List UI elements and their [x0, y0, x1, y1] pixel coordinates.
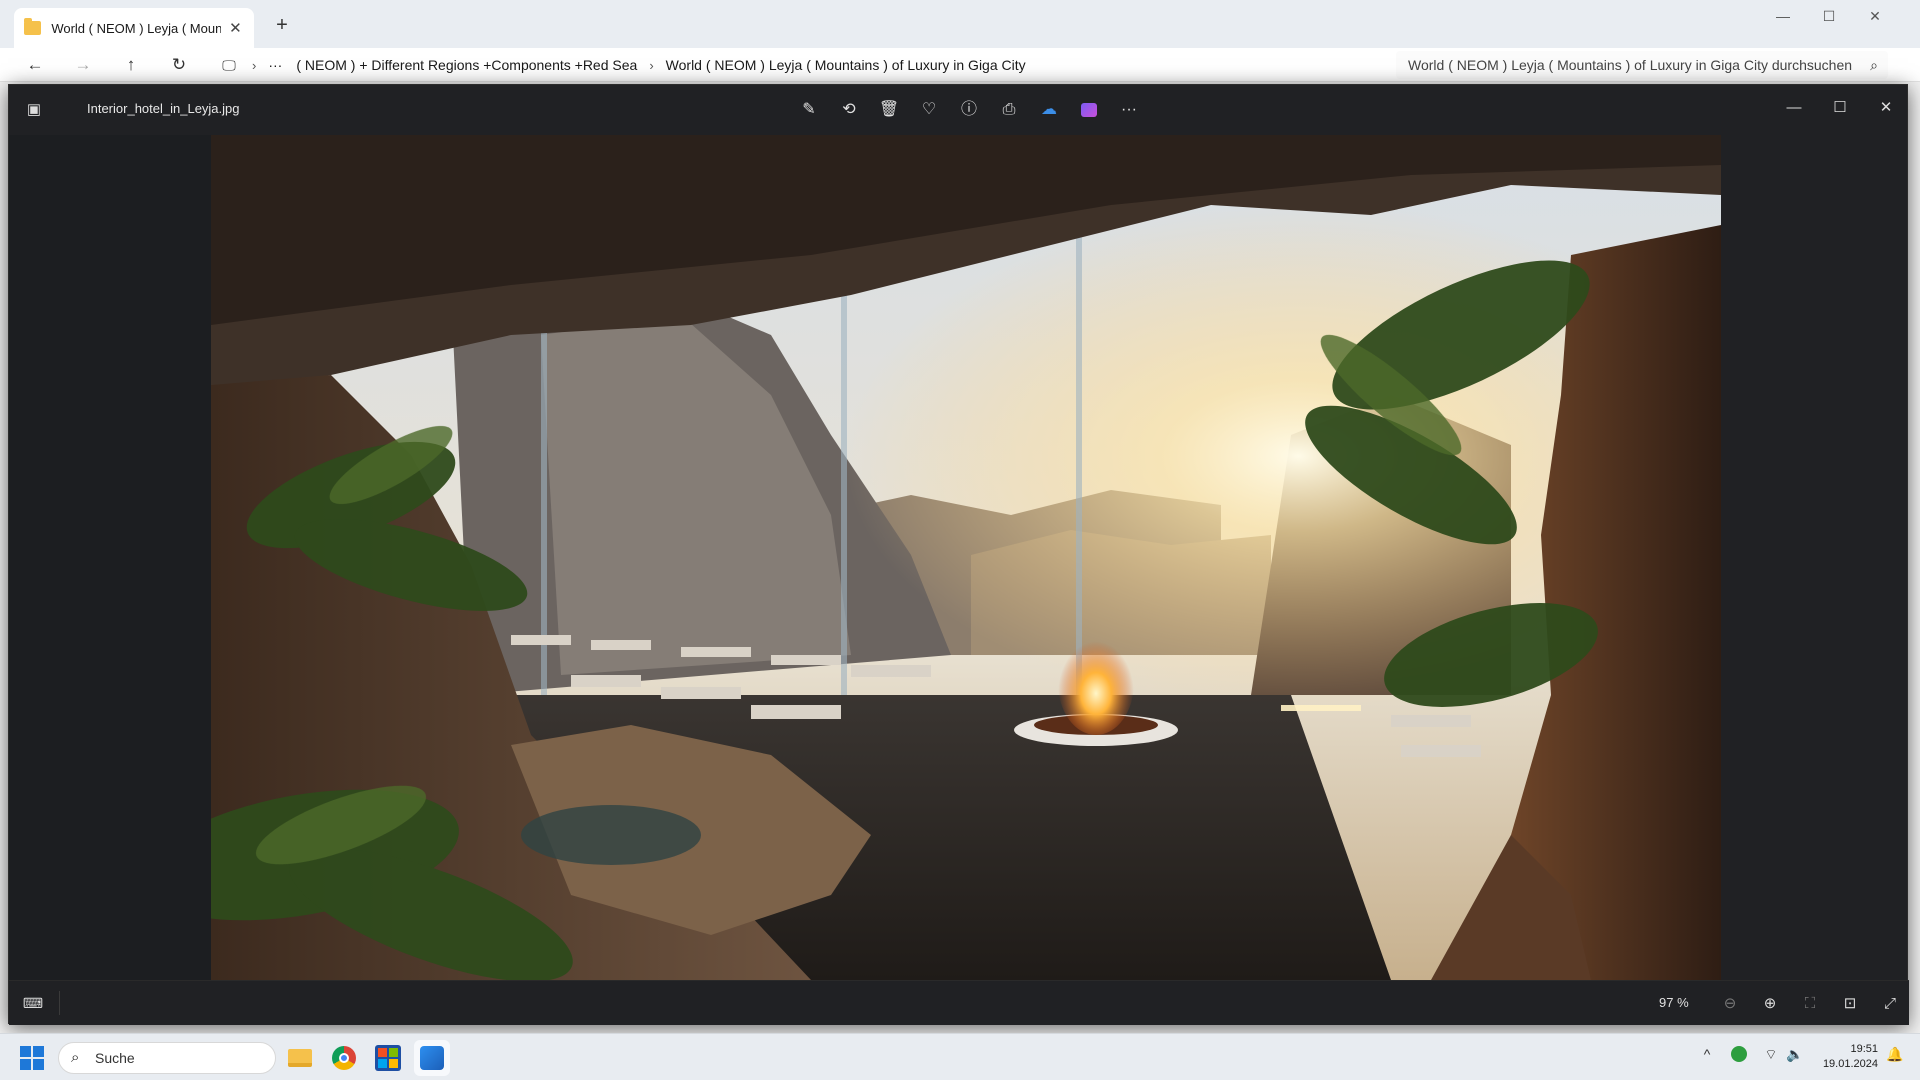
photo-canvas[interactable]	[211, 135, 1721, 980]
fullscreen-icon[interactable]: ⤢	[1875, 991, 1905, 1017]
windows-start-icon[interactable]	[20, 1046, 44, 1070]
chrome-icon[interactable]	[326, 1040, 362, 1076]
more-path-icon[interactable]: ···	[268, 57, 282, 73]
zoom-out-icon[interactable]: ⊖	[1715, 991, 1745, 1017]
print-icon[interactable]: ⎙	[989, 95, 1029, 125]
info-icon[interactable]: ⓘ	[949, 95, 989, 125]
chevron-right-icon: ›	[649, 57, 654, 73]
viewer-side-area	[9, 135, 213, 980]
search-placeholder: World ( NEOM ) Leyja ( Mountains ) of Lu…	[1408, 57, 1853, 73]
filmstrip-icon[interactable]: ⌨	[21, 991, 45, 1015]
breadcrumb-item[interactable]: World ( NEOM ) Leyja ( Mountains ) of Lu…	[666, 57, 1026, 73]
viewer-maximize-button[interactable]: ☐	[1817, 93, 1863, 123]
date: 19.01.2024	[1822, 1058, 1878, 1070]
maximize-button[interactable]: ☐	[1806, 0, 1852, 32]
zoom-in-icon[interactable]: ⊕	[1755, 991, 1785, 1017]
close-tab-icon[interactable]: ✕	[227, 19, 244, 37]
refresh-button[interactable]: ↻	[164, 50, 194, 80]
fit-to-window-icon[interactable]: ⛶	[1795, 991, 1825, 1017]
up-button[interactable]: ↑	[116, 50, 146, 80]
forward-button[interactable]: →	[68, 50, 98, 80]
delete-icon[interactable]: 🗑	[869, 95, 909, 125]
taskbar-search-label: Suche	[95, 1050, 135, 1066]
divider	[59, 991, 60, 1015]
viewer-minimize-button[interactable]: —	[1771, 93, 1817, 123]
taskbar: ⌕ Suche ^ ⌔ 🔈 19:51 19.01.2024 🔔	[0, 1033, 1920, 1080]
folder-icon	[24, 18, 42, 35]
explorer-tab[interactable]: World ( NEOM ) Leyja ( Mount ✕	[14, 8, 254, 48]
back-button[interactable]: ←	[20, 50, 50, 80]
photos-icon[interactable]	[414, 1040, 450, 1076]
file-explorer-icon[interactable]	[282, 1040, 318, 1076]
favorite-icon[interactable]: ♡	[909, 95, 949, 125]
more-icon[interactable]: ···	[1109, 95, 1149, 125]
edit-icon[interactable]: ✎	[789, 95, 829, 125]
chevron-up-icon[interactable]: ^	[1696, 1046, 1718, 1062]
viewer-close-button[interactable]: ✕	[1863, 93, 1909, 123]
minimize-button[interactable]: —	[1760, 0, 1806, 32]
tab-bar: World ( NEOM ) Leyja ( Mount ✕ + — ☐ ✕	[0, 0, 1920, 48]
new-tab-button[interactable]: +	[268, 12, 296, 40]
search-icon[interactable]: ⌕	[1870, 51, 1878, 79]
search-input[interactable]: World ( NEOM ) Leyja ( Mountains ) of Lu…	[1396, 51, 1888, 79]
taskbar-search[interactable]: ⌕ Suche	[58, 1042, 276, 1074]
hotel-interior-image	[211, 135, 1721, 980]
file-name: Interior_hotel_in_Leyja.jpg	[87, 101, 240, 116]
rotate-icon[interactable]: ⟲	[829, 95, 869, 125]
microsoft-store-icon[interactable]	[370, 1040, 406, 1076]
zoom-level: 97 %	[1659, 995, 1689, 1010]
clock[interactable]: 19:51 19.01.2024	[1806, 1042, 1878, 1072]
navigation-bar: ← → ↑ ↻ 🖵 › ··· ( NEOM ) + Different Reg…	[0, 48, 1920, 82]
volume-icon[interactable]: 🔈	[1784, 1046, 1806, 1063]
tab-title: World ( NEOM ) Leyja ( Mount	[51, 20, 221, 36]
viewer-bottom-bar: ⌨ 97 % ⊖ ⊕ ⛶ ⊡ ⤢	[9, 980, 1909, 1025]
notification-icon[interactable]: 🔔	[1884, 1046, 1906, 1063]
photos-viewer-window: ▣ Interior_hotel_in_Leyja.jpg ✎ ⟲ 🗑 ♡ ⓘ …	[8, 84, 1909, 1025]
actual-size-icon[interactable]: ⊡	[1835, 991, 1865, 1017]
time: 19:51	[1850, 1043, 1878, 1055]
viewer-toolbar: ✎ ⟲ 🗑 ♡ ⓘ ⎙ ☁ ···	[789, 95, 1149, 125]
onedrive-icon[interactable]: ☁	[1029, 95, 1069, 125]
viewer-title-bar: ▣ Interior_hotel_in_Leyja.jpg ✎ ⟲ 🗑 ♡ ⓘ …	[9, 85, 1909, 135]
search-icon: ⌕	[71, 1049, 80, 1066]
close-window-button[interactable]: ✕	[1852, 0, 1898, 32]
wifi-icon[interactable]: ⌔	[1760, 1046, 1782, 1064]
address-bar[interactable]: › ··· ( NEOM ) + Different Regions +Comp…	[212, 51, 1382, 79]
breadcrumb-item[interactable]: ( NEOM ) + Different Regions +Components…	[296, 57, 637, 73]
security-icon[interactable]	[1728, 1046, 1750, 1065]
chevron-right-icon: ›	[252, 57, 257, 73]
photos-app-icon: ▣	[26, 101, 42, 118]
clipchamp-icon[interactable]	[1069, 95, 1109, 125]
